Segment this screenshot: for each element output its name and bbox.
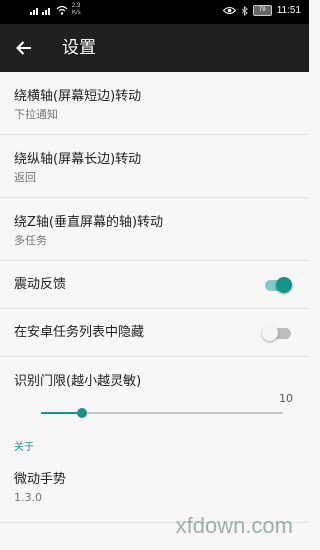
page-title: 设置 <box>62 38 96 58</box>
section-header-about: 关于 <box>14 442 34 453</box>
app-version: 1.3.0 <box>14 491 42 504</box>
battery-icon: 79 <box>252 5 272 16</box>
signal-icon <box>30 8 50 15</box>
threshold-slider[interactable] <box>41 408 283 418</box>
app-bar: 设置 <box>0 24 309 72</box>
setting-vibration[interactable]: 震动反馈 <box>0 261 309 309</box>
settings-list: 绕横轴(屏幕短边)转动 下拉通知 绕纵轴(屏幕长边)转动 返回 绕Z轴(垂直屏幕… <box>0 72 309 523</box>
setting-subtitle: 返回 <box>14 171 36 184</box>
setting-title: 在安卓任务列表中隐藏 <box>14 325 145 340</box>
back-button[interactable] <box>12 36 36 60</box>
hide-recents-toggle[interactable] <box>262 325 291 341</box>
setting-subtitle: 下拉通知 <box>14 108 58 121</box>
setting-z-axis[interactable]: 绕Z轴(垂直屏幕的轴)转动 多任务 <box>0 198 309 261</box>
setting-title: 绕Z轴(垂直屏幕的轴)转动 <box>14 215 164 230</box>
app-name: 微动手势 <box>14 472 67 487</box>
setting-title: 识别门限(越小越灵敏) <box>14 374 142 389</box>
arrow-left-icon <box>16 41 31 55</box>
watermark: xfdown.com <box>175 513 293 538</box>
toggle-thumb <box>262 325 278 341</box>
slider-thumb[interactable] <box>77 408 88 418</box>
setting-title: 绕纵轴(屏幕长边)转动 <box>14 152 142 167</box>
setting-hide-recents[interactable]: 在安卓任务列表中隐藏 <box>0 309 309 357</box>
slider-max-label: 10 <box>279 392 293 405</box>
status-bar: 2.3 K/s 79 11:51 <box>0 0 309 24</box>
setting-vertical-axis[interactable]: 绕纵轴(屏幕长边)转动 返回 <box>0 135 309 198</box>
status-right: 79 11:51 <box>222 5 301 16</box>
clock: 11:51 <box>276 5 301 16</box>
battery-level: 79 <box>258 7 266 13</box>
network-speed: 2.3 K/s <box>72 3 81 17</box>
status-left: 2.3 K/s <box>30 3 81 17</box>
wifi-icon <box>56 5 68 15</box>
speed-unit: K/s <box>72 10 81 16</box>
setting-title: 绕横轴(屏幕短边)转动 <box>14 89 142 104</box>
vibration-toggle[interactable] <box>263 277 292 293</box>
setting-subtitle: 多任务 <box>14 234 47 247</box>
slider-fill <box>41 412 83 414</box>
speed-value: 2.3 <box>72 3 81 9</box>
bluetooth-icon <box>241 5 248 16</box>
setting-title: 震动反馈 <box>14 277 67 292</box>
eye-icon <box>222 7 236 14</box>
setting-threshold: 识别门限(越小越灵敏) 10 <box>0 357 309 435</box>
toggle-thumb <box>276 277 292 293</box>
setting-horizontal-axis[interactable]: 绕横轴(屏幕短边)转动 下拉通知 <box>0 72 309 135</box>
